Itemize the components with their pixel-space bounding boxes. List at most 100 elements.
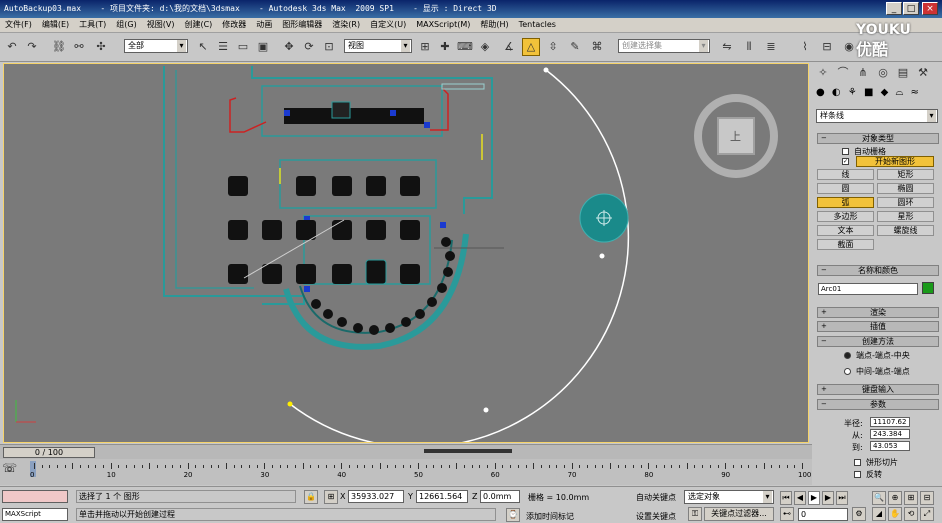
hierarchy-tab-icon[interactable]: ⋔ — [854, 64, 872, 82]
object-color-swatch[interactable] — [922, 282, 934, 294]
field-of-view-icon[interactable]: ◢ — [872, 507, 886, 521]
add-time-tag[interactable]: 添加时间标记 — [526, 511, 574, 522]
pie-slice-checkbox[interactable] — [854, 459, 861, 466]
close-button[interactable]: × — [922, 2, 938, 15]
unlink-icon[interactable]: ⚯ — [70, 38, 88, 56]
ref-coord-dropdown[interactable]: 视图 — [344, 39, 412, 53]
set-key-icon[interactable]: ⚿ — [688, 507, 702, 521]
percent-snap-icon[interactable]: △ — [522, 38, 540, 56]
text-button[interactable]: 文本 — [817, 225, 874, 236]
window-crossing-icon[interactable]: ▣ — [254, 38, 272, 56]
star-button[interactable]: 星形 — [877, 211, 934, 222]
select-move-icon[interactable]: ✥ — [280, 38, 298, 56]
play-icon[interactable]: ▶ — [808, 491, 820, 505]
display-tab-icon[interactable]: ▤ — [894, 64, 912, 82]
keyboard-entry-rollout[interactable]: + 键盘输入 — [817, 384, 939, 395]
current-frame-field[interactable]: 0 — [798, 508, 848, 521]
schematic-view-icon[interactable]: ⊟ — [818, 38, 836, 56]
undo-icon[interactable]: ↶ — [3, 38, 21, 56]
helix-button[interactable]: 螺旋线 — [877, 225, 934, 236]
maximize-button[interactable]: □ — [903, 2, 919, 15]
go-to-start-icon[interactable]: ⏮ — [780, 491, 792, 505]
object-type-rollout[interactable]: − 对象类型 — [817, 133, 939, 144]
reverse-checkbox[interactable] — [854, 471, 861, 478]
selected-object-dropdown[interactable]: 选定对象 — [684, 490, 774, 504]
motion-tab-icon[interactable]: ◎ — [874, 64, 892, 82]
spinner-snap-icon[interactable]: ⇳ — [544, 38, 562, 56]
select-rotate-icon[interactable]: ⟳ — [300, 38, 318, 56]
keyboard-shortcut-icon[interactable]: ⌨ — [456, 38, 474, 56]
zoom-extents-all-icon[interactable]: ⊟ — [920, 491, 934, 505]
time-slider[interactable]: 0 / 100 — [0, 444, 812, 460]
ngon-button[interactable]: 多边形 — [817, 211, 874, 222]
y-coordinate[interactable]: 12661.564 — [416, 490, 468, 503]
menu-rendering[interactable]: 渲染(R) — [327, 18, 365, 30]
zoom-all-icon[interactable]: ⊕ — [888, 491, 902, 505]
key-filters-button[interactable]: 关键点过滤器... — [704, 507, 774, 521]
menu-maxscript[interactable]: MAXScript(M) — [411, 19, 475, 29]
rendering-rollout[interactable]: + 渲染 — [817, 307, 939, 318]
go-to-end-icon[interactable]: ⏭ — [836, 491, 848, 505]
link-icon[interactable]: ⛓ — [50, 38, 68, 56]
category-dropdown[interactable]: 样条线 — [816, 109, 938, 123]
time-tag-icon[interactable]: ⌚ — [506, 508, 520, 522]
align-icon[interactable]: ⫴ — [740, 38, 758, 56]
viewport-canvas[interactable] — [4, 64, 809, 443]
track-bar[interactable]: ☏ 0 10 20 30 40 50 60 70 80 90 100 — [0, 459, 812, 485]
zoom-extents-icon[interactable]: ⊞ — [904, 491, 918, 505]
auto-grid-checkbox[interactable] — [842, 148, 849, 155]
menu-tentacles[interactable]: Tentacles — [514, 19, 561, 29]
mirror-icon[interactable]: ⇋ — [718, 38, 736, 56]
selection-filter-dropdown[interactable]: 全部 — [124, 39, 188, 53]
lock-selection-icon[interactable]: 🔒 — [304, 490, 318, 504]
pan-icon[interactable]: ✋ — [888, 507, 902, 521]
menu-customize[interactable]: 自定义(U) — [365, 18, 411, 30]
name-color-rollout[interactable]: − 名称和颜色 — [817, 265, 939, 276]
menu-views[interactable]: 视图(V) — [142, 18, 180, 30]
maxscript-listener[interactable]: MAXScript — [2, 508, 68, 521]
menu-edit[interactable]: 编辑(E) — [37, 18, 74, 30]
create-subcategory-icons[interactable]: ● ◐ ⚘ ■ ◆ ⌓ ≈ — [816, 87, 921, 98]
zoom-icon[interactable]: 🔍 — [872, 491, 886, 505]
arc-button[interactable]: 弧 — [817, 197, 874, 208]
z-coordinate[interactable]: 0.0mm — [480, 490, 520, 503]
maximize-viewport-icon[interactable]: ⤢ — [920, 507, 934, 521]
menu-create[interactable]: 创建(C) — [179, 18, 217, 30]
modify-tab-icon[interactable]: ⌒ — [834, 64, 852, 82]
to-spinner[interactable]: 43.053 — [870, 441, 910, 451]
minimize-button[interactable]: _ — [886, 2, 902, 15]
creation-method-rollout[interactable]: − 创建方法 — [817, 336, 939, 347]
curve-editor-icon[interactable]: ⌇ — [796, 38, 814, 56]
x-coordinate[interactable]: 35933.027 — [348, 490, 404, 503]
menu-animation[interactable]: 动画 — [251, 18, 277, 30]
start-new-shape-button[interactable]: 开始新图形 — [856, 156, 934, 167]
ellipse-button[interactable]: 椭圆 — [877, 183, 934, 194]
object-name-field[interactable]: Arc01 — [818, 283, 918, 295]
time-config-icon[interactable]: ⚙ — [852, 507, 866, 521]
prev-frame-icon[interactable]: ◀ — [794, 491, 806, 505]
layer-manager-icon[interactable]: ≣ — [762, 38, 780, 56]
menu-help[interactable]: 帮助(H) — [475, 18, 513, 30]
method-center-end-end-radio[interactable] — [844, 368, 851, 375]
key-mode-icon[interactable]: ⊷ — [780, 507, 794, 521]
top-viewport[interactable]: 上 — [3, 63, 809, 443]
donut-button[interactable]: 圆环 — [877, 197, 934, 208]
menu-graph-editors[interactable]: 图形编辑器 — [277, 18, 327, 30]
angle-snap-icon[interactable]: ∡ — [500, 38, 518, 56]
create-tab-icon[interactable]: ✧ — [814, 64, 832, 82]
pivot-center-icon[interactable]: ⊞ — [416, 38, 434, 56]
menu-file[interactable]: 文件(F) — [0, 18, 37, 30]
parameters-rollout[interactable]: − 参数 — [817, 399, 939, 410]
select-object-icon[interactable]: ↖ — [194, 38, 212, 56]
menu-tools[interactable]: 工具(T) — [74, 18, 111, 30]
select-scale-icon[interactable]: ⊡ — [320, 38, 338, 56]
viewcube-label[interactable]: 上 — [730, 128, 741, 144]
named-selection-icon[interactable]: ⌘ — [588, 38, 606, 56]
from-spinner[interactable]: 243.384 — [870, 429, 910, 439]
maxscript-listener-pink[interactable] — [2, 490, 68, 503]
method-end-end-middle-radio[interactable] — [844, 352, 851, 359]
section-button[interactable]: 截面 — [817, 239, 874, 250]
redo-icon[interactable]: ↷ — [23, 38, 41, 56]
named-selection-dropdown[interactable]: 创建选择集 — [618, 39, 710, 53]
rectangle-button[interactable]: 矩形 — [877, 169, 934, 180]
